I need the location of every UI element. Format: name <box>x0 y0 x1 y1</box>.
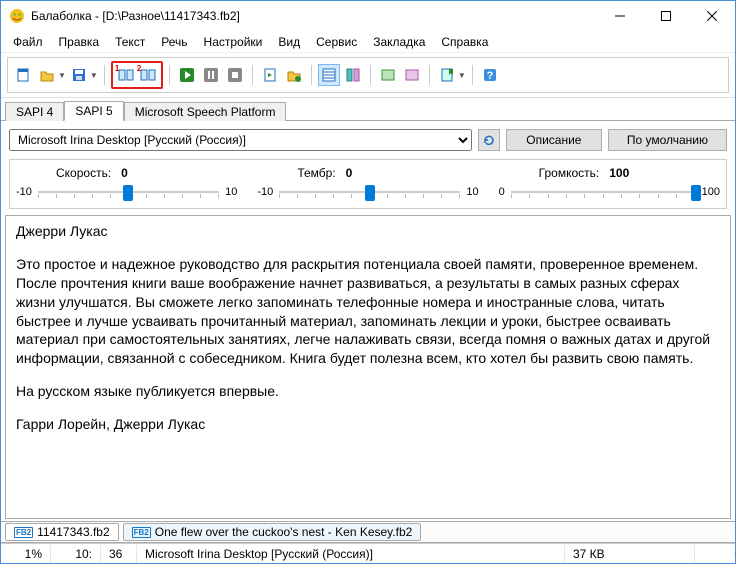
doctab-2[interactable]: FB2One flew over the cuckoo's nest - Ken… <box>123 523 422 541</box>
doc-footer: Гарри Лорейн, Джерри Лукас <box>16 415 720 434</box>
clipboard-folder-button[interactable] <box>283 64 305 86</box>
volume-min: 0 <box>499 186 505 198</box>
editor-wrap: Джерри Лукас Это простое и надежное руко… <box>5 215 731 519</box>
play-button[interactable] <box>176 64 198 86</box>
status-bar: 1% 10: 36 Microsoft Irina Desktop [Русск… <box>1 543 735 563</box>
pitch-value: 0 <box>346 166 353 180</box>
voice-row: Microsoft Irina Desktop [Русский (Россия… <box>1 121 735 159</box>
split-2-button[interactable]: 2 <box>137 64 159 86</box>
description-button[interactable]: Описание <box>506 129 602 151</box>
stop-button[interactable] <box>224 64 246 86</box>
status-percent: 1% <box>1 545 51 563</box>
save-button[interactable] <box>68 64 90 86</box>
text-editor[interactable]: Джерри Лукас Это простое и надежное руко… <box>6 216 730 518</box>
volume-max: 100 <box>702 186 720 198</box>
pause-button[interactable] <box>200 64 222 86</box>
speed-slider[interactable] <box>38 182 219 202</box>
tab-msp[interactable]: Microsoft Speech Platform <box>124 102 287 121</box>
app-icon <box>9 8 25 24</box>
refresh-voices-button[interactable] <box>478 129 500 151</box>
menu-view[interactable]: Вид <box>270 33 308 51</box>
sliders-panel: Скорость: 0 -10 10 Тембр: 0 -10 10 Громк… <box>9 159 727 209</box>
svg-text:?: ? <box>486 70 493 82</box>
tool-a-button[interactable] <box>377 64 399 86</box>
speed-value: 0 <box>121 166 128 180</box>
volume-slider[interactable] <box>511 182 696 202</box>
window-title: Балаболка - [D:\Разное\11417343.fb2] <box>31 9 597 23</box>
speed-max: 10 <box>225 186 237 198</box>
dictionary-button[interactable] <box>342 64 364 86</box>
doc-body: Это простое и надежное руководство для р… <box>16 255 720 368</box>
pitch-max: 10 <box>466 186 478 198</box>
split-1-button[interactable]: 1 <box>115 64 137 86</box>
pitch-min: -10 <box>257 186 273 198</box>
menu-speech[interactable]: Речь <box>153 33 195 51</box>
default-button[interactable]: По умолчанию <box>608 129 727 151</box>
status-line: 10: <box>51 545 101 563</box>
document-tabs: FB211417343.fb2 FB2One flew over the cuc… <box>1 521 735 543</box>
doc-note: На русском языке публикуется впервые. <box>16 382 720 401</box>
volume-value: 100 <box>609 166 629 180</box>
speed-min: -10 <box>16 186 32 198</box>
doctab-1[interactable]: FB211417343.fb2 <box>5 523 119 541</box>
new-doc-button[interactable] <box>12 64 34 86</box>
minimize-button[interactable] <box>597 1 643 31</box>
status-voice: Microsoft Irina Desktop [Русский (Россия… <box>137 545 565 563</box>
panel-toggle-button[interactable] <box>318 64 340 86</box>
highlighted-group: 1 2 <box>111 61 163 89</box>
fb2-icon: FB2 <box>14 527 33 538</box>
tab-sapi5[interactable]: SAPI 5 <box>64 101 123 121</box>
tool-b-button[interactable] <box>401 64 423 86</box>
menu-file[interactable]: Файл <box>5 33 51 51</box>
fb2-icon: FB2 <box>132 527 151 538</box>
speed-group: Скорость: 0 -10 10 <box>16 166 237 202</box>
doc-heading: Джерри Лукас <box>16 222 720 241</box>
menu-text[interactable]: Текст <box>107 33 153 51</box>
pitch-label: Тембр: <box>297 166 335 180</box>
main-toolbar: ▼ ▼ 1 2 ▼ ? <box>7 57 729 93</box>
status-size: 37 КВ <box>565 545 695 563</box>
save-dropdown-icon[interactable]: ▼ <box>90 71 98 80</box>
menu-settings[interactable]: Настройки <box>196 33 271 51</box>
menu-help[interactable]: Справка <box>433 33 496 51</box>
title-bar: Балаболка - [D:\Разное\11417343.fb2] <box>1 1 735 31</box>
pitch-slider[interactable] <box>279 182 460 202</box>
volume-label: Громкость: <box>539 166 600 180</box>
menu-bookmark[interactable]: Закладка <box>365 33 433 51</box>
bookmark-tool-button[interactable] <box>436 64 458 86</box>
volume-group: Громкость: 100 0 100 <box>499 166 720 202</box>
open-button[interactable] <box>36 64 58 86</box>
tab-sapi4[interactable]: SAPI 4 <box>5 102 64 121</box>
status-col: 36 <box>101 545 137 563</box>
close-button[interactable] <box>689 1 735 31</box>
bookmark-dropdown-icon[interactable]: ▼ <box>458 71 466 80</box>
help-button[interactable]: ? <box>479 64 501 86</box>
pitch-group: Тембр: 0 -10 10 <box>257 166 478 202</box>
voice-select[interactable]: Microsoft Irina Desktop [Русский (Россия… <box>9 129 472 151</box>
status-spacer <box>695 552 735 556</box>
clipboard-play-button[interactable] <box>259 64 281 86</box>
speed-label: Скорость: <box>56 166 111 180</box>
engine-tabs: SAPI 4 SAPI 5 Microsoft Speech Platform <box>1 100 735 121</box>
menu-edit[interactable]: Правка <box>51 33 108 51</box>
maximize-button[interactable] <box>643 1 689 31</box>
menu-bar: Файл Правка Текст Речь Настройки Вид Сер… <box>1 31 735 53</box>
open-dropdown-icon[interactable]: ▼ <box>58 71 66 80</box>
menu-service[interactable]: Сервис <box>308 33 365 51</box>
